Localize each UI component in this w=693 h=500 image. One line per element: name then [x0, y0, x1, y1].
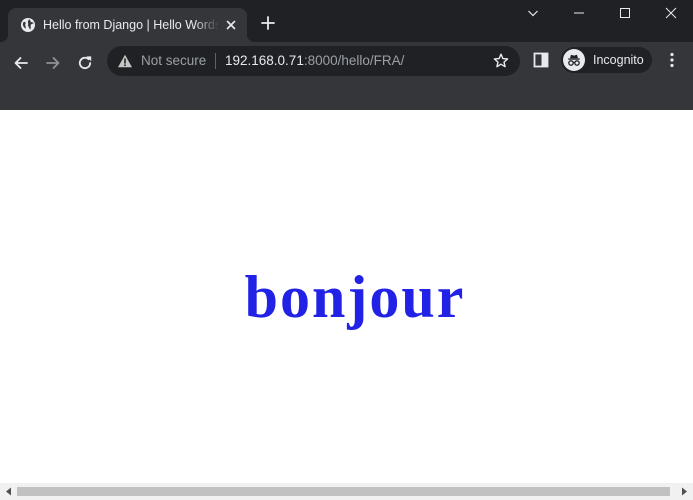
tab-strip: Hello from Django | Hello Words: [0, 0, 693, 42]
horizontal-scrollbar[interactable]: [0, 483, 693, 500]
maximize-button[interactable]: [602, 0, 648, 28]
incognito-label: Incognito: [593, 53, 644, 67]
address-bar[interactable]: Not secure 192.168.0.71:8000/hello/FRA/: [107, 46, 520, 76]
active-tab[interactable]: Hello from Django | Hello Words: [0, 8, 255, 42]
greeting-heading: bonjour: [244, 264, 466, 330]
globe-icon: [20, 17, 36, 33]
minimize-button[interactable]: [556, 0, 602, 28]
reload-button[interactable]: [71, 49, 99, 77]
scroll-left-icon[interactable]: [0, 483, 17, 500]
tab-search-button[interactable]: [510, 0, 556, 28]
kebab-menu-icon[interactable]: [662, 50, 682, 70]
page-content: bonjour: [0, 110, 693, 483]
tab-title: Hello from Django | Hello Words: [43, 18, 219, 32]
chevron-down-icon: [528, 10, 538, 17]
forward-button[interactable]: [39, 49, 67, 77]
close-window-button[interactable]: [648, 0, 693, 28]
close-icon: [665, 7, 677, 19]
minimize-icon: [574, 12, 584, 14]
incognito-icon: [563, 49, 585, 71]
warning-icon[interactable]: [117, 53, 133, 69]
omnibox-divider: [215, 53, 216, 69]
back-button[interactable]: [7, 49, 35, 77]
incognito-profile-button[interactable]: Incognito: [561, 47, 652, 73]
arrow-left-icon: [14, 57, 28, 69]
url-path: :8000/hello/FRA/: [303, 53, 405, 68]
url-host: 192.168.0.71: [225, 53, 304, 68]
security-label[interactable]: Not secure: [141, 53, 206, 69]
close-icon[interactable]: [223, 17, 239, 33]
browser-window: Hello from Django | Hello Words Not secu…: [0, 0, 693, 500]
url-text[interactable]: 192.168.0.71:8000/hello/FRA/: [225, 53, 404, 69]
maximize-icon: [620, 8, 630, 18]
reload-icon: [78, 56, 92, 70]
scrollbar-thumb[interactable]: [17, 487, 670, 496]
scroll-right-icon[interactable]: [676, 483, 693, 500]
star-icon[interactable]: [492, 52, 510, 70]
browser-toolbar: Not secure 192.168.0.71:8000/hello/FRA/: [0, 42, 693, 110]
arrow-right-icon: [46, 57, 60, 69]
plus-icon[interactable]: [259, 14, 277, 32]
side-panel-icon[interactable]: [531, 50, 551, 70]
